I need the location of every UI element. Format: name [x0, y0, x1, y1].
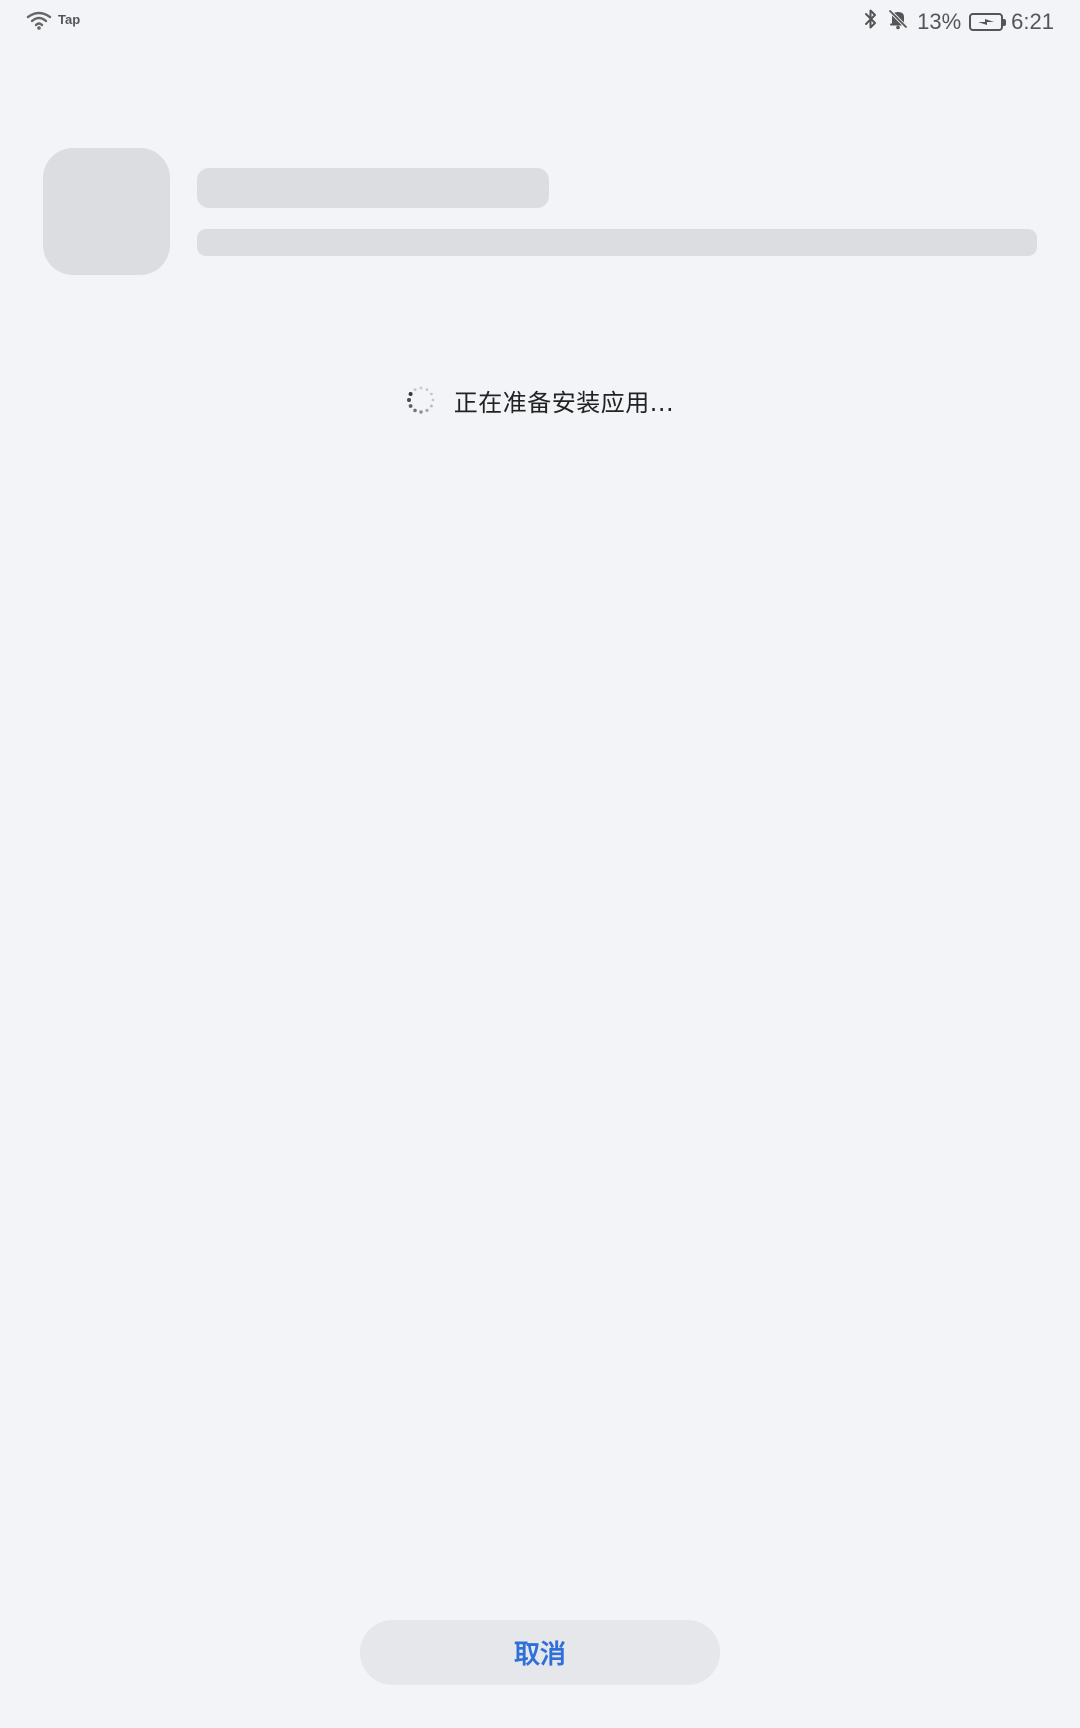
battery-percent: 13%	[917, 9, 962, 34]
app-icon-placeholder	[43, 148, 170, 275]
status-bar-left: Tap	[26, 10, 80, 34]
loading-spinner-icon	[406, 386, 435, 414]
status-bar-right: 13% 6:21	[863, 8, 1054, 36]
bell-off-icon	[887, 8, 909, 36]
status-bar: Tap 13% 6:21	[0, 0, 1080, 44]
install-screen: Tap 13% 6:21 正在准备安装应用... 取消	[0, 0, 1080, 1728]
bluetooth-icon	[863, 8, 879, 36]
carrier-label: Tap	[58, 11, 81, 27]
cancel-button[interactable]: 取消	[360, 1620, 720, 1685]
battery-charging-icon	[969, 13, 1007, 31]
app-name-placeholder	[197, 168, 549, 208]
clock: 6:21	[1011, 9, 1054, 34]
preparing-install-message: 正在准备安装应用...	[453, 388, 675, 417]
app-description-placeholder	[197, 229, 1037, 256]
wifi-icon	[26, 10, 52, 34]
loading-status: 正在准备安装应用...	[0, 380, 1080, 420]
